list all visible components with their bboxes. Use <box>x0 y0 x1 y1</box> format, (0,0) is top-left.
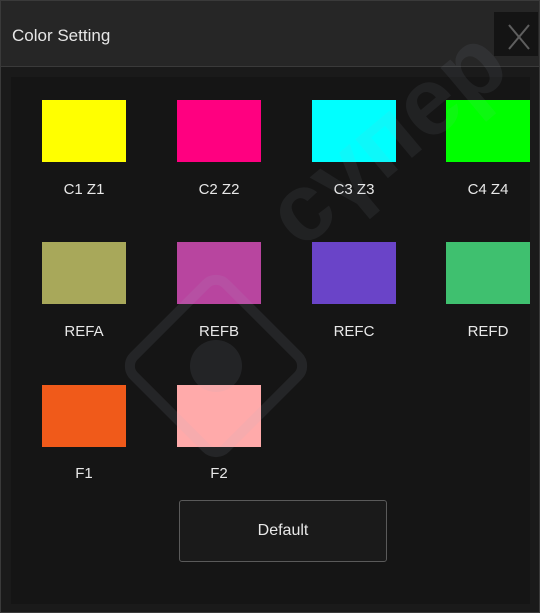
swatch-label-c1-z1: C1 Z1 <box>63 181 105 198</box>
swatch-f1[interactable] <box>42 385 126 447</box>
dialog-title: Color Setting <box>12 26 111 45</box>
swatch-c4-z4[interactable] <box>446 100 530 162</box>
swatch-c1-z1[interactable] <box>42 100 126 162</box>
swatch-label-c2-z2: C2 Z2 <box>198 181 240 198</box>
swatch-c3-z3[interactable] <box>312 100 396 162</box>
swatch-label-c4-z4: C4 Z4 <box>467 181 509 198</box>
swatch-f2[interactable] <box>177 385 261 447</box>
default-button[interactable]: Default <box>179 500 387 562</box>
dialog-titlebar: Color Setting <box>1 1 539 67</box>
swatch-label-f1: F1 <box>75 465 93 482</box>
swatch-c2-z2[interactable] <box>177 100 261 162</box>
swatch-label-refb: REFB <box>198 323 239 340</box>
swatch-refb[interactable] <box>177 242 261 304</box>
close-button[interactable] <box>494 12 538 56</box>
swatch-refc[interactable] <box>312 242 396 304</box>
swatch-label-c3-z3: C3 Z3 <box>333 181 375 198</box>
swatch-label-refa: REFA <box>64 323 104 340</box>
swatch-refd[interactable] <box>446 242 530 304</box>
swatch-label-refc: REFC <box>333 323 375 340</box>
color-setting-dialog: Color Setting C1 Z1 C2 Z2 C3 Z3 C4 Z4 RE… <box>0 0 540 613</box>
swatch-refa[interactable] <box>42 242 126 304</box>
swatch-label-f2: F2 <box>210 465 228 482</box>
close-icon <box>508 24 530 50</box>
swatch-label-refd: REFD <box>467 323 509 340</box>
